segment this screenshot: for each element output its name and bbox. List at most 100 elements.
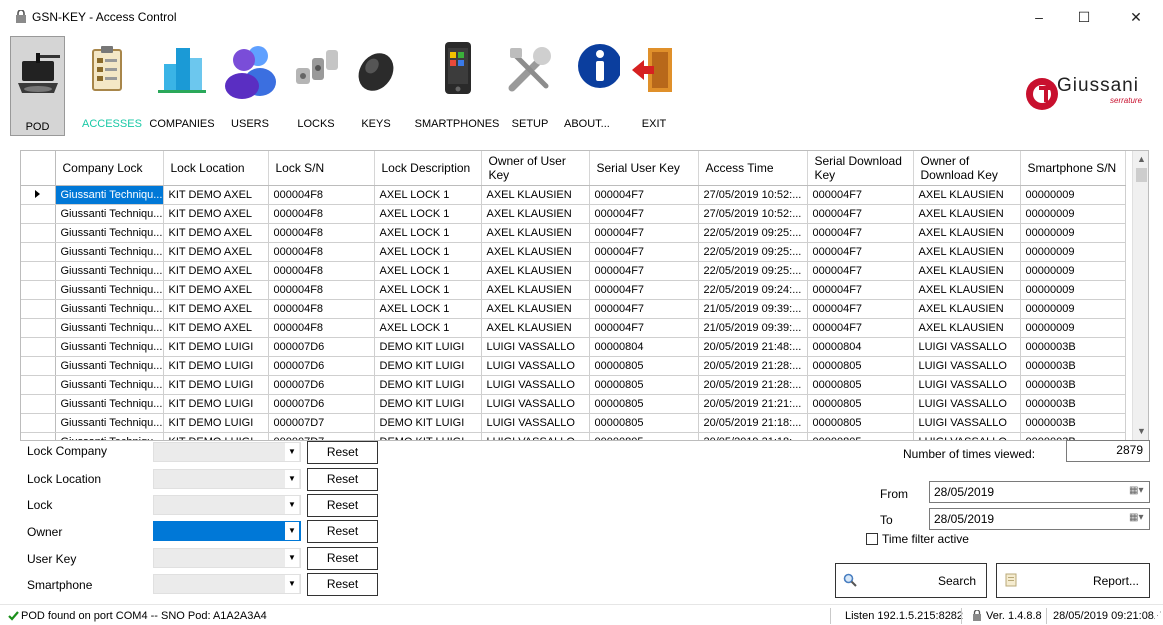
table-cell[interactable]: AXEL KLAUSIEN [481,261,590,281]
table-cell[interactable]: AXEL KLAUSIEN [913,261,1021,281]
table-cell[interactable]: 20/05/2019 21:48:... [698,337,808,357]
table-row[interactable]: Giussanti Techniqu... KIT DEMO AXEL 000004… [21,223,1126,243]
minimize-button[interactable]: – [1017,5,1061,29]
toolbar-keys-button[interactable]: KEYS [358,34,394,140]
table-cell[interactable]: 000004F7 [807,280,914,300]
table-cell[interactable]: AXEL KLAUSIEN [481,204,590,224]
row-header[interactable] [21,204,56,224]
table-cell[interactable]: AXEL KLAUSIEN [481,242,590,262]
table-cell[interactable]: 0000003B [1020,337,1126,357]
toolbar-users-button[interactable]: USERS [220,34,280,140]
filter-smartphone-combo[interactable]: ▼ [153,574,301,594]
table-cell[interactable]: Giussanti Techniqu... [55,204,164,224]
table-cell[interactable]: DEMO KIT LUIGI [374,356,482,376]
table-cell[interactable]: 00000805 [589,356,699,376]
table-cell[interactable]: 00000804 [807,337,914,357]
table-cell[interactable]: KIT DEMO LUIGI [163,337,269,357]
table-cell[interactable]: 000004F7 [807,299,914,319]
table-cell[interactable]: KIT DEMO LUIGI [163,375,269,395]
table-cell[interactable]: LUIGI VASSALLO [481,375,590,395]
table-cell[interactable]: 000004F7 [807,318,914,338]
time-filter-checkbox[interactable] [866,533,878,545]
scroll-thumb[interactable] [1136,168,1147,182]
table-cell[interactable]: AXEL LOCK 1 [374,185,482,205]
table-row[interactable]: Giussanti Techniqu... KIT DEMO AXEL 000004… [21,299,1126,319]
table-cell[interactable]: AXEL KLAUSIEN [913,318,1021,338]
col-header-smartphone-sn[interactable]: Smartphone S/N [1020,151,1126,186]
table-cell[interactable]: AXEL LOCK 1 [374,318,482,338]
table-row[interactable]: Giussanti Techniqu...KIT DEMO LUIGI00000… [21,432,1126,440]
table-cell[interactable]: 22/05/2019 09:24:... [698,280,808,300]
table-cell[interactable]: 000004F7 [589,318,699,338]
col-header-lock-location[interactable]: Lock Location [163,151,269,186]
table-cell[interactable]: 22/05/2019 09:25:... [698,261,808,281]
table-cell[interactable]: AXEL KLAUSIEN [481,280,590,300]
calendar-dropdown-icon[interactable]: ▦▾ [1129,512,1143,526]
table-cell[interactable]: 000007D7 [268,413,375,433]
table-cell[interactable]: LUIGI VASSALLO [481,337,590,357]
table-cell[interactable]: Giussanti Techniqu... [55,318,164,338]
row-header[interactable] [21,223,56,243]
table-cell[interactable]: 20/05/2019 21:21:... [698,394,808,414]
table-cell[interactable]: 000004F7 [589,280,699,300]
table-cell[interactable]: 000007D6 [268,337,375,357]
table-cell[interactable]: 000004F8 [268,185,375,205]
col-header-serial-download-key[interactable]: Serial Download Key [807,151,914,186]
table-cell[interactable]: 27/05/2019 10:52:... [698,204,808,224]
toolbar-about-button[interactable]: ABOUT... [564,34,620,140]
table-cell[interactable]: 27/05/2019 10:52:... [698,185,808,205]
table-cell[interactable]: 000007D7 [268,432,375,440]
table-cell[interactable]: AXEL KLAUSIEN [913,280,1021,300]
table-cell[interactable]: 00000805 [807,413,914,433]
table-cell[interactable]: 000004F8 [268,223,375,243]
table-cell[interactable]: 00000805 [807,394,914,414]
table-cell[interactable]: AXEL KLAUSIEN [913,242,1021,262]
table-row[interactable]: Giussanti Techniqu... KIT DEMO AXEL 000004… [21,318,1126,338]
table-row[interactable]: Giussanti Techniqu... KIT DEMO AXEL 000004… [21,242,1126,262]
table-cell[interactable]: Giussanti Techniqu... [55,242,164,262]
table-cell[interactable]: AXEL LOCK 1 [374,261,482,281]
chevron-down-icon[interactable]: ▼ [285,470,299,488]
table-cell[interactable]: 000004F8 [268,261,375,281]
table-cell[interactable]: KIT DEMO AXEL [163,261,269,281]
table-cell[interactable]: Giussanti Techniqu... [55,299,164,319]
reset-smartphone-button[interactable]: Reset [307,573,378,596]
table-cell[interactable]: 000007D6 [268,356,375,376]
table-cell[interactable]: 00000009 [1020,223,1126,243]
table-cell[interactable]: 21/05/2019 09:39:... [698,299,808,319]
table-cell[interactable]: 000007D6 [268,394,375,414]
table-cell[interactable]: 00000805 [807,432,914,440]
table-row[interactable]: Giussanti Techniqu... KIT DEMO AXEL 000004… [21,261,1126,281]
row-header[interactable] [21,242,56,262]
table-cell[interactable]: AXEL LOCK 1 [374,299,482,319]
table-cell[interactable]: 0000003B [1020,394,1126,414]
table-cell[interactable]: Giussanti Techniqu... [55,375,164,395]
table-cell[interactable]: 00000805 [807,356,914,376]
table-cell[interactable]: KIT DEMO AXEL [163,318,269,338]
table-cell[interactable]: KIT DEMO LUIGI [163,394,269,414]
table-cell[interactable]: 000004F7 [589,204,699,224]
to-date-picker[interactable]: 28/05/2019 ▦▾ [929,508,1150,530]
table-cell[interactable]: 22/05/2019 09:25:... [698,223,808,243]
table-cell[interactable]: 20/05/2019 21:18:... [698,413,808,433]
table-cell[interactable]: LUIGI VASSALLO [913,413,1021,433]
table-cell[interactable]: 20/05/2019 21:28:... [698,375,808,395]
table-cell[interactable]: 000007D6 [268,375,375,395]
col-header-company-lock[interactable]: Company Lock [55,151,164,186]
chevron-down-icon[interactable]: ▼ [285,575,299,593]
table-cell[interactable]: 000004F7 [589,185,699,205]
toolbar-companies-button[interactable]: COMPANIES [149,34,215,140]
table-row[interactable]: Giussanti Techniqu... KIT DEMO AXEL 000004… [21,204,1126,224]
col-header-lock-sn[interactable]: Lock S/N [268,151,375,186]
table-cell[interactable]: KIT DEMO LUIGI [163,356,269,376]
filter-lock-location-combo[interactable]: ▼ [153,469,301,489]
table-cell[interactable]: 00000009 [1020,185,1126,205]
table-cell[interactable]: AXEL KLAUSIEN [913,223,1021,243]
chevron-down-icon[interactable]: ▼ [285,522,299,540]
table-cell[interactable]: 000004F7 [589,223,699,243]
col-header-lock-description[interactable]: Lock Description [374,151,482,186]
table-cell[interactable]: AXEL KLAUSIEN [481,185,590,205]
table-cell[interactable]: 00000009 [1020,280,1126,300]
table-cell[interactable]: 000004F8 [268,318,375,338]
table-row[interactable]: Giussanti Techniqu...KIT DEMO LUIGI00000… [21,375,1126,395]
